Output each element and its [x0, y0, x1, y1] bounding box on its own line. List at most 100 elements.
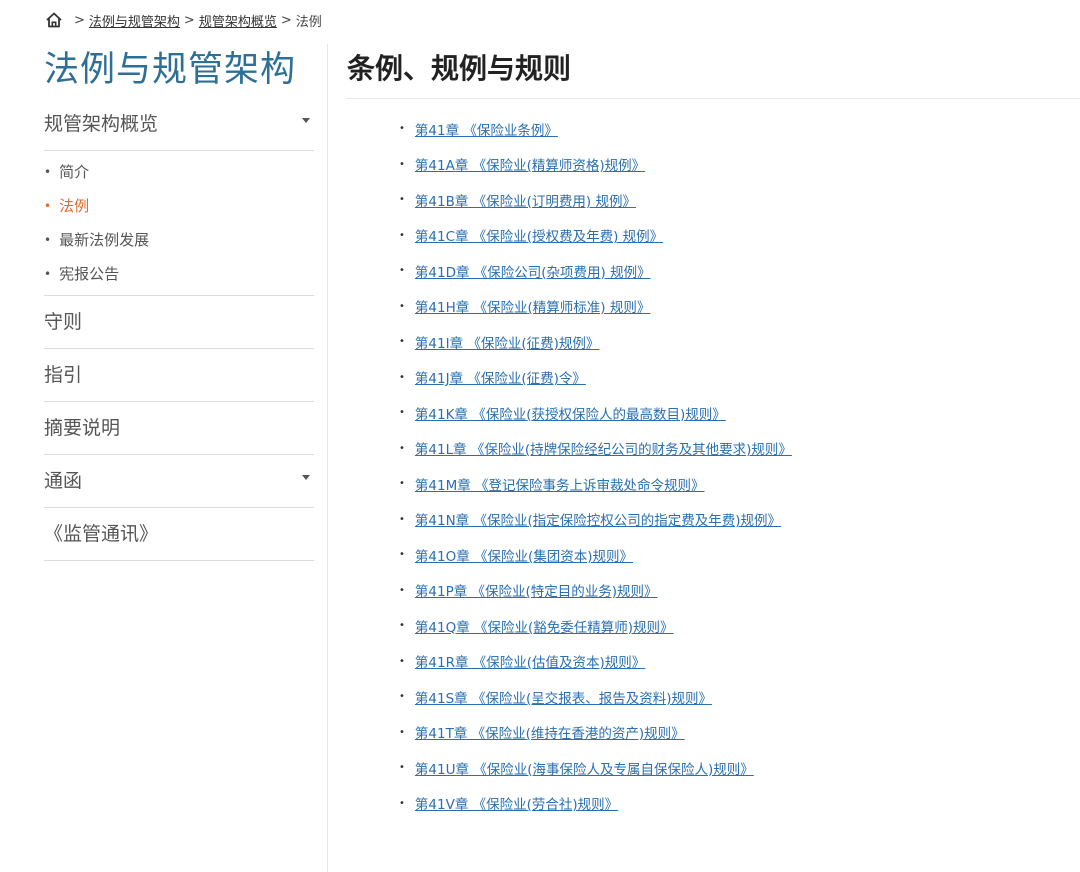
list-item: • 第41H章 《保险业(精算师标准) 规则》	[399, 289, 1080, 325]
regulation-link[interactable]: 第41D章 《保险公司(杂项费用) 规例》	[415, 261, 651, 281]
regulation-link[interactable]: 第41O章 《保险业(集团资本)规则》	[415, 545, 633, 565]
bullet-icon: •	[399, 336, 405, 348]
sidebar-section: 指引	[44, 349, 314, 402]
sidebar-section-header[interactable]: 指引	[44, 349, 314, 401]
sidebar-section: 《监管通讯》	[44, 508, 314, 561]
regulation-link[interactable]: 第41C章 《保险业(授权费及年费) 规例》	[415, 225, 663, 245]
breadcrumb-separator: >	[183, 12, 195, 28]
sidebar-section-header[interactable]: 摘要说明	[44, 402, 314, 454]
sidebar-section-label: 规管架构概览	[44, 113, 159, 135]
bullet-icon: •	[399, 691, 405, 703]
sidebar-section-label: 通函	[44, 470, 83, 492]
bullet-icon: •	[399, 194, 405, 206]
title-rule	[347, 98, 1080, 99]
regulation-link[interactable]: 第41Q章 《保险业(豁免委任精算师)规则》	[415, 616, 674, 636]
regulation-link[interactable]: 第41J章 《保险业(征费)令》	[415, 367, 586, 387]
regulation-link[interactable]: 第41L章 《保险业(持牌保险经纪公司的财务及其他要求)规则》	[415, 438, 792, 458]
bullet-icon: •	[399, 655, 405, 667]
sidebar-section: 通函	[44, 455, 314, 508]
sidebar-section-header[interactable]: 守则	[44, 296, 314, 348]
bullet-icon: •	[399, 478, 405, 490]
regulation-link[interactable]: 第41B章 《保险业(订明费用) 规例》	[415, 190, 636, 210]
bullet-icon: •	[399, 407, 405, 419]
sidebar-section-header[interactable]: 规管架构概览	[44, 98, 314, 150]
sidebar: 法例与规管架构 规管架构概览 • 简介 • 法例 • 最新法例发展 • 宪报公告 守则 指引 摘要说明…	[44, 46, 314, 561]
regulation-link[interactable]: 第41U章 《保险业(海事保险人及专属自保保险人)规则》	[415, 758, 754, 778]
regulation-link[interactable]: 第41I章 《保险业(征费)规例》	[415, 332, 599, 352]
list-item: • 第41T章 《保险业(维持在香港的资产)规则》	[399, 715, 1080, 751]
breadcrumb: > 法例与规管架构 > 规管架构概览 > 法例	[44, 9, 322, 31]
sidebar-section-header[interactable]: 通函	[44, 455, 314, 507]
sidebar-section: 摘要说明	[44, 402, 314, 455]
list-item: • 第41O章 《保险业(集团资本)规则》	[399, 537, 1080, 573]
list-item: • 第41S章 《保险业(呈交报表、报告及资料)规则》	[399, 679, 1080, 715]
breadcrumb-current: 法例	[295, 14, 322, 30]
bullet-icon: •	[399, 371, 405, 383]
breadcrumb-link-legislation[interactable]: 法例与规管架构	[89, 11, 180, 30]
list-item: • 第41P章 《保险业(特定目的业务)规则》	[399, 573, 1080, 609]
bullet-icon: •	[399, 229, 405, 241]
regulation-link[interactable]: 第41T章 《保险业(维持在香港的资产)规则》	[415, 722, 685, 742]
sidebar-subitem-label: 法例	[59, 197, 90, 215]
bullet-icon: •	[399, 123, 405, 135]
chevron-down-icon[interactable]	[302, 474, 310, 480]
list-item: • 第41Q章 《保险业(豁免委任精算师)规则》	[399, 608, 1080, 644]
bullet-icon: •	[399, 265, 405, 277]
sidebar-section-header[interactable]: 《监管通讯》	[44, 508, 314, 560]
regulation-link[interactable]: 第41A章 《保险业(精算师资格)规例》	[415, 154, 645, 174]
list-item: • 第41A章 《保险业(精算师资格)规例》	[399, 147, 1080, 183]
bullet-icon: •	[399, 726, 405, 738]
chevron-down-icon[interactable]	[302, 117, 310, 123]
sidebar-subitem[interactable]: • 简介	[44, 155, 314, 189]
regulation-link[interactable]: 第41P章 《保险业(特定目的业务)规则》	[415, 580, 658, 600]
regulation-link[interactable]: 第41H章 《保险业(精算师标准) 规则》	[415, 296, 650, 316]
sidebar-section: 守则	[44, 296, 314, 349]
list-item: • 第41L章 《保险业(持牌保险经纪公司的财务及其他要求)规则》	[399, 431, 1080, 467]
list-item: • 第41V章 《保险业(劳合社)规则》	[399, 786, 1080, 822]
list-item: • 第41章 《保险业条例》	[399, 111, 1080, 147]
bullet-icon: •	[399, 442, 405, 454]
sidebar-subitem[interactable]: • 宪报公告	[44, 257, 314, 291]
breadcrumb-separator: >	[280, 12, 292, 28]
sidebar-section: 规管架构概览 • 简介 • 法例 • 最新法例发展 • 宪报公告	[44, 98, 314, 296]
sidebar-section-label: 《监管通讯》	[44, 523, 159, 545]
regulation-link[interactable]: 第41V章 《保险业(劳合社)规则》	[415, 793, 618, 813]
list-item: • 第41U章 《保险业(海事保险人及专属自保保险人)规则》	[399, 750, 1080, 786]
regulation-link[interactable]: 第41S章 《保险业(呈交报表、报告及资料)规则》	[415, 687, 712, 707]
home-icon[interactable]	[44, 10, 64, 30]
bullet-icon: •	[44, 165, 52, 179]
bullet-icon: •	[399, 762, 405, 774]
sidebar-subitem[interactable]: • 最新法例发展	[44, 223, 314, 257]
regulation-link[interactable]: 第41章 《保险业条例》	[415, 119, 558, 139]
list-item: • 第41B章 《保险业(订明费用) 规例》	[399, 182, 1080, 218]
sidebar-section-label: 摘要说明	[44, 417, 121, 439]
sidebar-nav: 规管架构概览 • 简介 • 法例 • 最新法例发展 • 宪报公告 守则 指引 摘要说明 通函 《监管通讯》	[44, 98, 314, 561]
sidebar-section-label: 指引	[44, 364, 83, 386]
regulation-link[interactable]: 第41M章 《登记保险事务上诉审裁处命令规则》	[415, 474, 705, 494]
breadcrumb-separator: >	[74, 12, 85, 28]
sidebar-subitem-label: 简介	[59, 163, 90, 181]
bullet-icon: •	[399, 158, 405, 170]
sidebar-subitem[interactable]: • 法例	[44, 189, 314, 223]
list-item: • 第41J章 《保险业(征费)令》	[399, 360, 1080, 396]
sidebar-section-label: 守则	[44, 311, 83, 333]
regulation-link[interactable]: 第41N章 《保险业(指定保险控权公司的指定费及年费)规例》	[415, 509, 781, 529]
bullet-icon: •	[399, 300, 405, 312]
regulation-link[interactable]: 第41K章 《保险业(获授权保险人的最高数目)规则》	[415, 403, 726, 423]
regulation-link[interactable]: 第41R章 《保险业(估值及资本)规则》	[415, 651, 645, 671]
bullet-icon: •	[399, 513, 405, 525]
breadcrumb-link-overview[interactable]: 规管架构概览	[199, 11, 277, 30]
bullet-icon: •	[44, 233, 52, 247]
list-item: • 第41C章 《保险业(授权费及年费) 规例》	[399, 218, 1080, 254]
main-content: 条例、规例与规则 • 第41章 《保险业条例》 • 第41A章 《保险业(精算师资格)…	[347, 46, 1080, 821]
page-title: 条例、规例与规则	[347, 52, 572, 85]
bullet-icon: •	[399, 549, 405, 561]
sidebar-subitem-label: 宪报公告	[59, 265, 120, 283]
bullet-icon: •	[399, 797, 405, 809]
list-item: • 第41I章 《保险业(征费)规例》	[399, 324, 1080, 360]
list-item: • 第41K章 《保险业(获授权保险人的最高数目)规则》	[399, 395, 1080, 431]
bullet-icon: •	[399, 620, 405, 632]
list-item: • 第41D章 《保险公司(杂项费用) 规例》	[399, 253, 1080, 289]
sidebar-subitem-label: 最新法例发展	[59, 231, 150, 249]
list-item: • 第41N章 《保险业(指定保险控权公司的指定费及年费)规例》	[399, 502, 1080, 538]
